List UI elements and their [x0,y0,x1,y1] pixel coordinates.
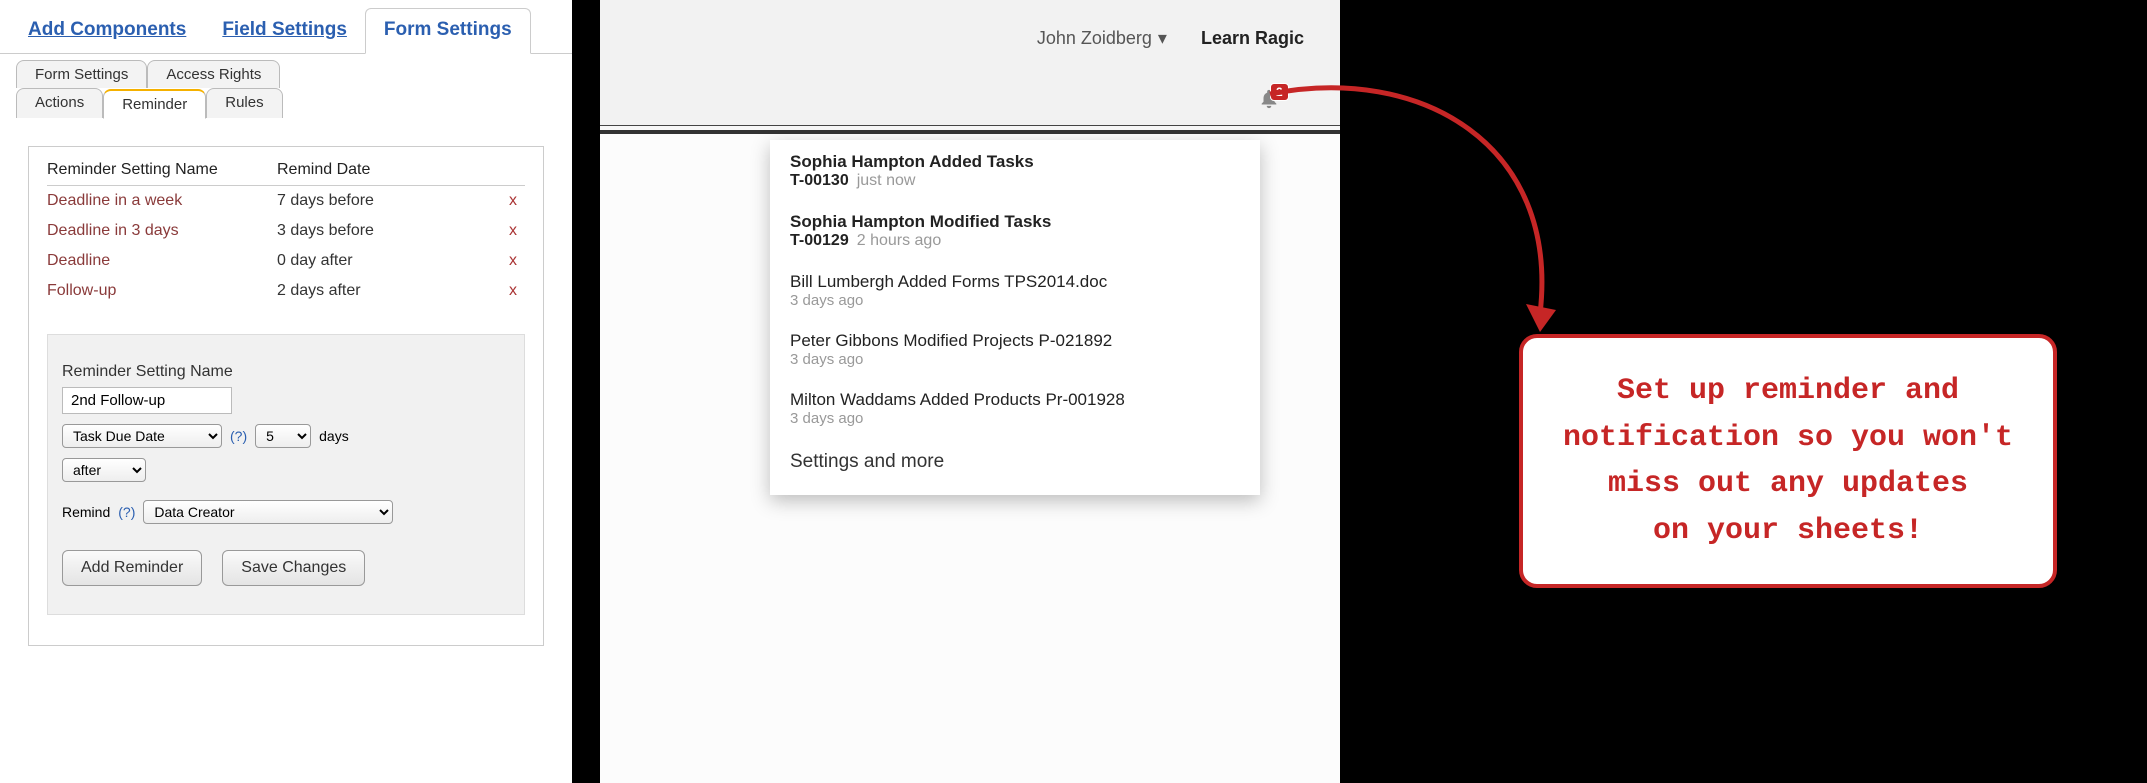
subtab-form-settings[interactable]: Form Settings [16,60,147,88]
app-topbar: John Zoidberg ▾ Learn Ragic 2 [600,0,1340,126]
user-menu[interactable]: John Zoidberg ▾ [1037,28,1167,49]
top-tabs: Add Components Field Settings Form Setti… [0,0,572,54]
callout-text: Set up reminder and notification so you … [1547,368,2029,554]
notifications-settings-link[interactable]: Settings and more [770,437,1260,495]
subtab-access-rights[interactable]: Access Rights [147,60,280,88]
notification-title: Sophia Hampton Modified Tasks [790,212,1240,232]
reminder-date: 2 days after [277,282,501,300]
notification-item[interactable]: Sophia Hampton Added Tasks T-00130just n… [770,140,1260,200]
before-after-select[interactable]: after [62,458,146,482]
user-name-label: John Zoidberg [1037,28,1152,49]
sub-tabs-row1: Form Settings Access Rights [0,54,572,88]
app-notifications-area: John Zoidberg ▾ Learn Ragic 2 Sophia Ham… [600,0,1340,783]
notification-item[interactable]: Peter Gibbons Modified Projects P-021892… [770,319,1260,378]
delete-icon[interactable]: x [501,222,525,240]
label-remind: Remind [62,504,110,520]
tab-field-settings[interactable]: Field Settings [204,9,365,53]
caret-down-icon: ▾ [1158,28,1167,49]
notification-badge: 2 [1270,83,1289,101]
reminder-name-input[interactable] [62,387,232,414]
save-changes-button[interactable]: Save Changes [222,550,365,586]
notifications-button[interactable]: 2 [1258,88,1280,117]
subtab-actions[interactable]: Actions [16,88,103,118]
label-reminder-name: Reminder Setting Name [62,363,510,381]
days-select[interactable]: 5 [255,424,311,448]
date-field-select[interactable]: Task Due Date [62,424,222,448]
subtab-reminder[interactable]: Reminder [103,89,206,119]
delete-icon[interactable]: x [501,192,525,210]
remind-target-select[interactable]: Data Creator [143,500,393,524]
notification-title: Sophia Hampton Added Tasks [790,152,1240,172]
label-days: days [319,428,349,444]
notification-item[interactable]: Bill Lumbergh Added Forms TPS2014.doc 3 … [770,260,1260,319]
notification-time: 3 days ago [790,292,1240,309]
notification-subline: T-00130just now [790,172,1240,190]
callout-annotation: Set up reminder and notification so you … [1519,334,2057,588]
table-row: Deadline 0 day after x [47,246,525,276]
notifications-dropdown: Sophia Hampton Added Tasks T-00130just n… [770,140,1260,495]
notification-item[interactable]: Sophia Hampton Modified Tasks T-001292 h… [770,200,1260,260]
subtab-rules[interactable]: Rules [206,88,282,118]
sub-tabs-row2: Actions Reminder Rules [0,88,572,118]
reminder-name[interactable]: Deadline in a week [47,192,277,210]
notification-item[interactable]: Milton Waddams Added Products Pr-001928 … [770,378,1260,437]
bell-icon: 2 [1258,89,1280,116]
reminder-name[interactable]: Deadline [47,252,277,270]
notification-subline: T-001292 hours ago [790,232,1240,250]
notification-title: Bill Lumbergh Added Forms TPS2014.doc [790,272,1240,292]
reminder-date: 3 days before [277,222,501,240]
delete-icon[interactable]: x [501,252,525,270]
tab-form-settings[interactable]: Form Settings [365,8,531,54]
col-header-name: Reminder Setting Name [47,161,277,179]
delete-icon[interactable]: x [501,282,525,300]
user-block: John Zoidberg ▾ Learn Ragic [1037,28,1304,49]
reminder-date: 7 days before [277,192,501,210]
reminder-name[interactable]: Follow-up [47,282,277,300]
learn-link[interactable]: Learn Ragic [1201,28,1304,49]
reminder-settings-container: Reminder Setting Name Remind Date Deadli… [28,146,544,646]
reminder-name[interactable]: Deadline in 3 days [47,222,277,240]
add-reminder-button[interactable]: Add Reminder [62,550,202,586]
help-icon[interactable]: (?) [230,428,247,444]
table-row: Follow-up 2 days after x [47,276,525,306]
table-row: Deadline in a week 7 days before x [47,186,525,216]
reminder-form: Reminder Setting Name Task Due Date (?) … [47,334,525,615]
reminder-table-header: Reminder Setting Name Remind Date [47,161,525,186]
notification-title: Peter Gibbons Modified Projects P-021892 [790,331,1240,351]
table-row: Deadline in 3 days 3 days before x [47,216,525,246]
notification-title: Milton Waddams Added Products Pr-001928 [790,390,1240,410]
form-settings-panel: Add Components Field Settings Form Setti… [0,0,572,783]
notification-time: 3 days ago [790,351,1240,368]
col-header-date: Remind Date [277,161,525,179]
tab-add-components[interactable]: Add Components [10,9,204,53]
notification-time: 3 days ago [790,410,1240,427]
reminder-date: 0 day after [277,252,501,270]
help-icon[interactable]: (?) [118,504,135,520]
